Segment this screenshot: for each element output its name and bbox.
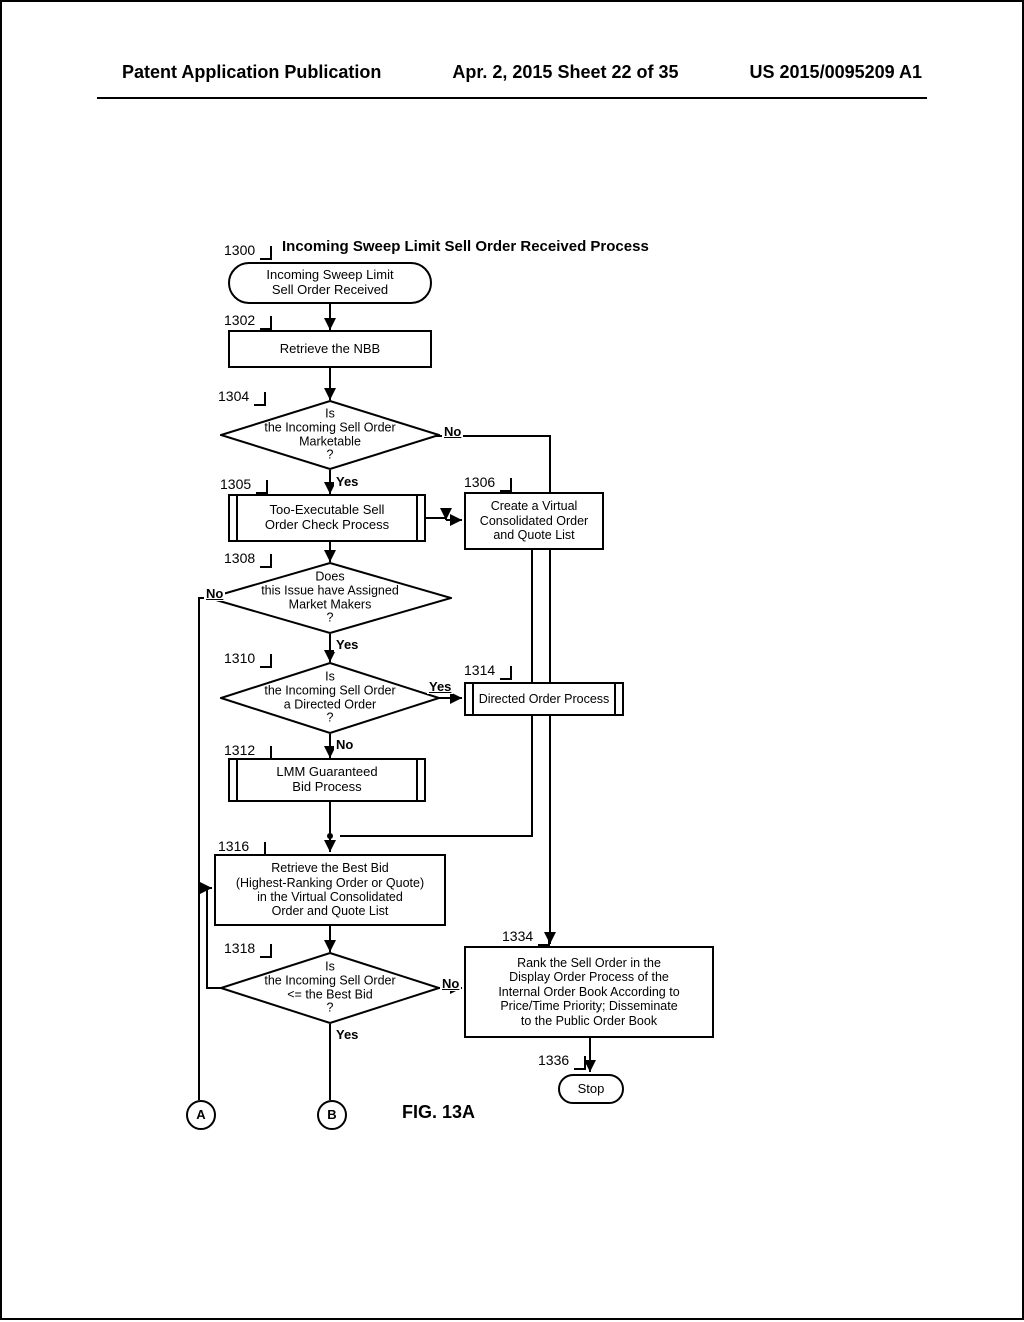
hook-1336 — [574, 1056, 586, 1070]
label-1304-yes: Yes — [334, 474, 360, 489]
ref-1334: 1334 — [502, 928, 533, 944]
node-1302: Retrieve the NBB — [228, 330, 432, 368]
ref-1316: 1316 — [218, 838, 249, 854]
header-center: Apr. 2, 2015 Sheet 22 of 35 — [452, 62, 678, 83]
ref-1300: 1300 — [224, 242, 255, 258]
header-right: US 2015/0095209 A1 — [750, 62, 922, 83]
node-1310-decision: Is the Incoming Sell Order a Directed Or… — [220, 662, 440, 734]
node-1308-decision: Does this Issue have Assigned Market Mak… — [208, 562, 452, 634]
flow-wires — [2, 2, 1024, 1322]
flow-title: Incoming Sweep Limit Sell Order Received… — [282, 238, 649, 255]
node-1336-stop: Stop — [558, 1074, 624, 1104]
label-1308-no: No — [206, 586, 223, 601]
hook-1300 — [260, 246, 272, 260]
label-1310-no: No — [334, 737, 355, 752]
hook-1302 — [260, 316, 272, 330]
node-1314-subproc: Directed Order Process — [464, 682, 624, 716]
hook-1314 — [500, 666, 512, 680]
node-1300-start: Incoming Sweep Limit Sell Order Received — [228, 262, 432, 304]
node-1305-subproc: Too-Executable Sell Order Check Process — [228, 494, 426, 542]
header-left: Patent Application Publication — [122, 62, 381, 83]
label-1304-no: No — [444, 424, 461, 439]
node-1304-decision: Is the Incoming Sell Order Marketable ? — [220, 400, 440, 470]
ref-1305: 1305 — [220, 476, 251, 492]
ref-1306: 1306 — [464, 474, 495, 490]
ref-1312: 1312 — [224, 742, 255, 758]
label-1318-yes: Yes — [334, 1027, 360, 1042]
connector-a: A — [186, 1100, 216, 1130]
ref-1302: 1302 — [224, 312, 255, 328]
node-1316: Retrieve the Best Bid (Highest-Ranking O… — [214, 854, 446, 926]
node-1318-decision: Is the Incoming Sell Order <= the Best B… — [220, 952, 440, 1024]
label-1308-yes: Yes — [334, 637, 360, 652]
node-1334: Rank the Sell Order in the Display Order… — [464, 946, 714, 1038]
ref-1314: 1314 — [464, 662, 495, 678]
ref-1336: 1336 — [538, 1052, 569, 1068]
page-frame: Patent Application Publication Apr. 2, 2… — [0, 0, 1024, 1320]
hook-1334 — [538, 932, 550, 946]
hook-1305 — [256, 480, 268, 494]
page-header: Patent Application Publication Apr. 2, 2… — [2, 62, 1022, 83]
header-rule — [97, 97, 927, 99]
label-1318-no: No — [442, 976, 459, 991]
connector-b: B — [317, 1100, 347, 1130]
figure-label: FIG. 13A — [402, 1102, 475, 1123]
label-1310-yes: Yes — [429, 679, 451, 694]
hook-1306 — [500, 478, 512, 492]
node-1312-subproc: LMM Guaranteed Bid Process — [228, 758, 426, 802]
node-1306: Create a Virtual Consolidated Order and … — [464, 492, 604, 550]
